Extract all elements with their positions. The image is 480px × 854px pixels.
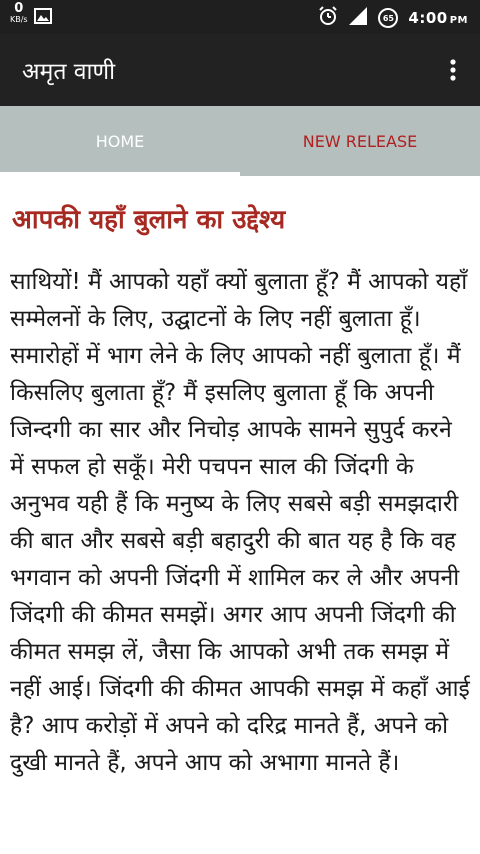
app-bar: अमृत वाणी (0, 34, 480, 106)
clock-ampm: PM (449, 15, 468, 26)
app-title: अमृत वाणी (22, 59, 116, 85)
network-speed: 0 KB/s (10, 2, 28, 24)
article-body: साथियों! मैं आपको यहाँ क्यों बुलाता हूँ?… (10, 269, 470, 776)
tab-home-label: HOME (95, 131, 145, 151)
image-icon (33, 8, 52, 28)
tab-new-release[interactable]: NEW RELEASE (240, 106, 480, 176)
tab-new-release-label: NEW RELEASE (302, 131, 418, 151)
tab-home[interactable]: HOME (0, 106, 240, 176)
alarm-icon (318, 6, 338, 30)
network-speed-value: 0 (14, 1, 24, 16)
status-left: 0 KB/s (10, 2, 52, 28)
clock-time: 4:00 (408, 9, 448, 27)
article-heading: आपकी यहाँ बुलाने का उद्देश्य (12, 205, 286, 235)
status-bar: 0 KB/s 65 4:00 PM (0, 0, 480, 34)
signal-icon (348, 6, 368, 30)
battery-icon: 65 (378, 8, 399, 28)
battery-level: 65 (382, 13, 394, 23)
clock: 4:00 PM (408, 9, 468, 27)
tab-bar: HOME NEW RELEASE (0, 106, 480, 176)
more-vert-icon[interactable] (448, 58, 458, 82)
network-speed-unit: KB/s (10, 15, 28, 24)
article-content[interactable]: आपकी यहाँ बुलाने का उद्देश्य साथियों! मै… (0, 176, 480, 854)
status-right: 65 4:00 PM (318, 6, 468, 30)
